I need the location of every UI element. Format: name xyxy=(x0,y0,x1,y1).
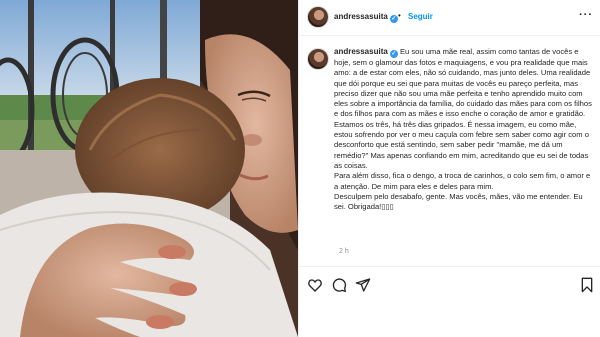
post-panel: andressasuita ✓ • Seguir ··· andressasuit… xyxy=(298,0,600,337)
heart-icon[interactable] xyxy=(307,277,323,293)
bookmark-icon[interactable] xyxy=(579,277,595,293)
caption-avatar[interactable] xyxy=(307,48,329,70)
verified-badge-icon: ✓ xyxy=(389,15,398,23)
more-options-icon[interactable]: ··· xyxy=(579,9,593,21)
follow-button[interactable]: Seguir xyxy=(408,12,433,21)
action-bar xyxy=(299,266,600,337)
caption-text-2: Para além disso, fica o dengo, a troca d… xyxy=(334,171,593,191)
post-photo[interactable] xyxy=(0,0,298,337)
username-text[interactable]: andressasuita xyxy=(334,12,388,21)
post-time[interactable]: 2 h xyxy=(339,248,349,255)
separator-dot: • xyxy=(398,11,401,20)
caption-text-1: Eu sou uma mãe real, assim como tantas d… xyxy=(334,47,595,170)
caption-text-3: Desculpem pelo desabafo, gente. Mas você… xyxy=(334,191,585,212)
post-header: andressasuita ✓ • Seguir ··· xyxy=(299,0,600,36)
post-image xyxy=(0,0,298,337)
caption-username[interactable]: andressasuita ✓ xyxy=(334,47,398,58)
avatar[interactable] xyxy=(307,6,329,28)
username-link[interactable]: andressasuita ✓ xyxy=(334,12,398,23)
comment-icon[interactable] xyxy=(331,277,347,293)
caption: andressasuita ✓ Eu sou uma mãe real, assi… xyxy=(334,47,596,212)
caption-verified-badge-icon: ✓ xyxy=(389,50,398,58)
share-icon[interactable] xyxy=(355,277,371,293)
caption-username-text[interactable]: andressasuita xyxy=(334,47,388,56)
